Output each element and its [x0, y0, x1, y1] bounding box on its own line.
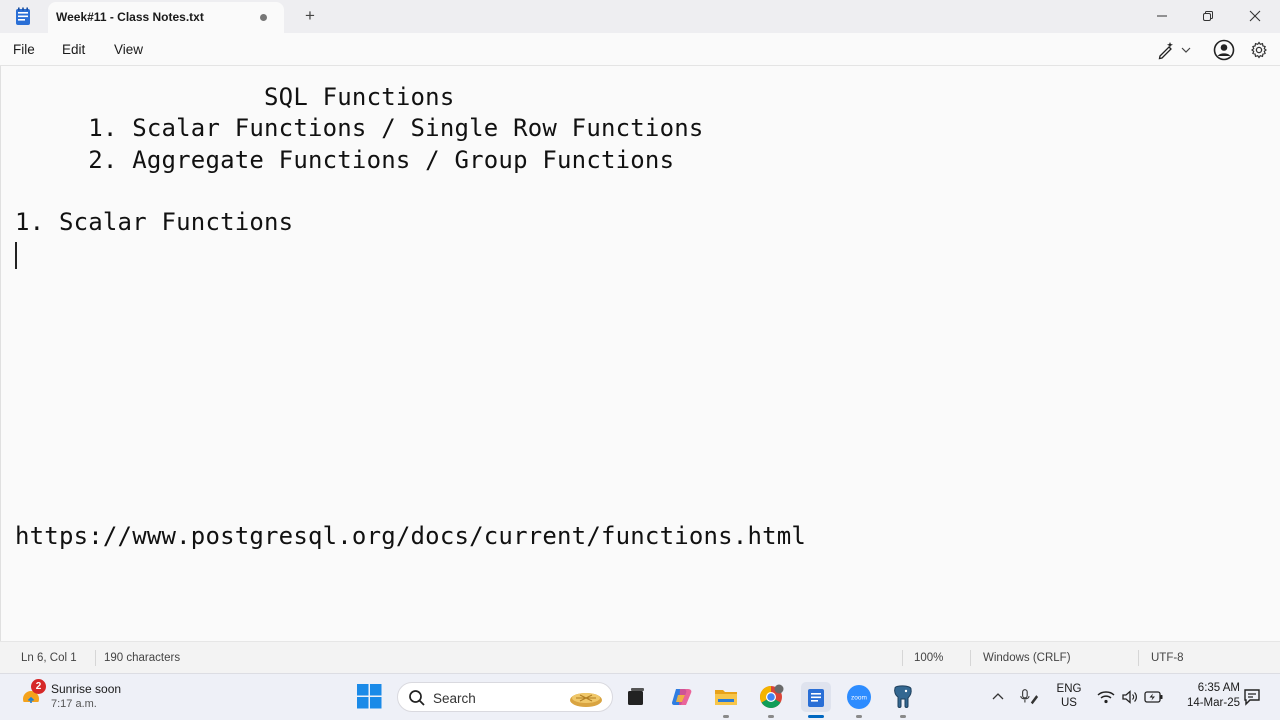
zoom-app-label: zoom: [851, 695, 867, 702]
chevron-up-icon: [992, 693, 1004, 700]
notepad-app-icon: [14, 7, 32, 26]
status-bar: Ln 6, Col 1 190 characters 100% Windows …: [0, 641, 1280, 673]
taskbar-app-chrome[interactable]: [757, 683, 785, 711]
chevron-down-icon: [1181, 47, 1191, 53]
taskbar-search[interactable]: Search: [397, 682, 613, 712]
settings-button[interactable]: [1248, 39, 1270, 61]
menu-bar: File Edit View: [0, 33, 1280, 66]
running-indicator: [856, 715, 862, 718]
text-line-url: https://www.postgresql.org/docs/current/…: [15, 522, 807, 550]
title-bar: Week#11 - Class Notes.txt +: [0, 0, 1280, 33]
clock[interactable]: 6:35 AM 14-Mar-25: [1174, 682, 1240, 709]
restore-button[interactable]: [1185, 0, 1231, 32]
restore-icon: [1203, 11, 1213, 21]
clock-date: 14-Mar-25: [1186, 697, 1240, 709]
status-divider: [95, 650, 96, 666]
menu-edit[interactable]: Edit: [62, 42, 85, 57]
status-divider: [902, 650, 903, 666]
language-code: ENG: [1056, 683, 1082, 695]
pie-doodle-icon: [570, 693, 602, 707]
taskbar-app-zoom[interactable]: zoom: [845, 683, 873, 711]
taskbar-app-file-explorer[interactable]: [712, 683, 740, 711]
microphone-tray-button[interactable]: [1019, 687, 1039, 707]
weather-title: Sunrise soon: [51, 682, 122, 696]
speaker-icon: [1122, 690, 1137, 704]
show-hidden-icons-button[interactable]: [988, 687, 1008, 707]
gear-icon: [1251, 41, 1267, 59]
running-indicator: [768, 715, 774, 718]
keyboard-region: US: [1061, 697, 1077, 709]
line-ending[interactable]: Windows (CRLF): [983, 652, 1071, 664]
menu-view[interactable]: View: [114, 42, 143, 57]
minimize-icon: [1157, 15, 1167, 17]
taskbar-app-postgresql[interactable]: [889, 683, 917, 711]
notification-badge: 2: [31, 679, 46, 694]
copilot-dropdown-button[interactable]: [1178, 39, 1194, 61]
account-icon: [1213, 39, 1235, 61]
search-icon: [409, 690, 425, 706]
weather-subtitle: 7:17 a.m.: [51, 698, 97, 710]
pen-sparkle-icon: [1158, 42, 1173, 60]
wifi-icon: [1097, 691, 1115, 704]
zoom-level[interactable]: 100%: [914, 652, 943, 664]
cursor-position: Ln 6, Col 1: [21, 652, 77, 664]
new-tab-button[interactable]: +: [300, 6, 320, 26]
taskbar-app-notepad[interactable]: [801, 682, 831, 712]
text-line-1: SQL Functions: [15, 83, 455, 111]
menu-file[interactable]: File: [13, 42, 35, 57]
document-tab[interactable]: Week#11 - Class Notes.txt: [48, 2, 284, 33]
running-indicator: [723, 715, 729, 718]
task-view-icon: [628, 688, 644, 705]
start-button[interactable]: [357, 684, 382, 709]
taskbar-app-copilot[interactable]: [668, 683, 696, 711]
zoom-app-icon: zoom: [847, 685, 871, 709]
folder-icon: [715, 690, 737, 705]
search-placeholder: Search: [433, 691, 476, 706]
notifications-button[interactable]: [1242, 687, 1262, 707]
windows-logo-icon: [357, 684, 382, 709]
close-icon: [1249, 10, 1261, 22]
close-button[interactable]: [1232, 0, 1278, 32]
unsaved-indicator-icon[interactable]: [260, 14, 267, 21]
character-count: 190 characters: [104, 652, 181, 664]
text-line-2: 1. Scalar Functions / Single Row Functio…: [15, 114, 704, 142]
taskbar: 2 Sunrise soon 7:17 a.m. Search zoom ENG…: [0, 673, 1280, 720]
encoding[interactable]: UTF-8: [1151, 652, 1184, 664]
running-indicator: [900, 715, 906, 718]
copilot-icon: [672, 689, 692, 705]
notification-center-icon: [1244, 689, 1260, 706]
clock-time: 6:35 AM: [1197, 682, 1240, 694]
notepad-icon: [808, 689, 824, 707]
status-divider: [1138, 650, 1139, 666]
postgresql-elephant-icon: [894, 685, 912, 708]
taskbar-app-task-view[interactable]: [622, 683, 650, 711]
volume-button[interactable]: [1120, 687, 1140, 707]
text-line-3: 2. Aggregate Functions / Group Functions: [15, 146, 675, 174]
chrome-icon: [760, 684, 784, 708]
status-divider: [970, 650, 971, 666]
text-caret: [15, 242, 17, 269]
account-button[interactable]: [1213, 39, 1235, 61]
battery-charging-icon: [1144, 691, 1163, 703]
network-button[interactable]: [1096, 687, 1116, 707]
copilot-rewrite-button[interactable]: [1155, 39, 1177, 61]
active-indicator: [808, 715, 824, 718]
text-editor[interactable]: SQL Functions 1. Scalar Functions / Sing…: [0, 66, 1280, 641]
tab-title: Week#11 - Class Notes.txt: [56, 10, 204, 24]
input-language[interactable]: ENG US: [1052, 683, 1086, 709]
minimize-button[interactable]: [1139, 0, 1185, 32]
text-line-5: 1. Scalar Functions: [15, 208, 294, 236]
battery-button[interactable]: [1144, 687, 1164, 707]
microphone-pen-icon: [1020, 689, 1039, 705]
